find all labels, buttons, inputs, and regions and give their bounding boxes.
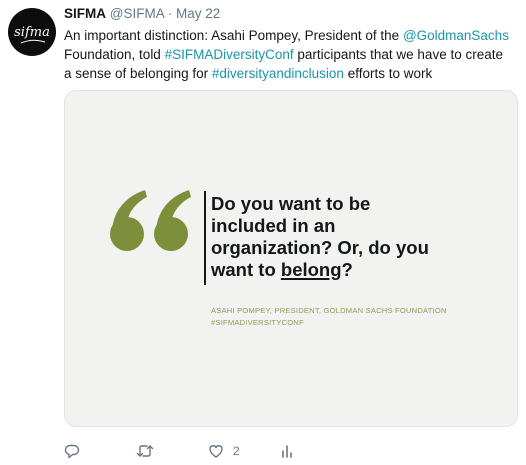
quote-attribution: ASAHI POMPEY, PRESIDENT, GOLDMAN SACHS F… bbox=[211, 305, 491, 329]
user-handle[interactable]: @SIFMA bbox=[110, 6, 164, 21]
quote-emphasis: belong bbox=[280, 259, 342, 280]
tweet-actions: 2 bbox=[64, 440, 518, 462]
separator-dot: · bbox=[167, 6, 173, 21]
hashtag-link[interactable]: #SIFMADiversityConf bbox=[165, 47, 294, 62]
attribution-speaker: ASAHI POMPEY, PRESIDENT, GOLDMAN SACHS F… bbox=[211, 306, 447, 315]
retweet-icon bbox=[136, 445, 154, 457]
display-name[interactable]: SIFMA bbox=[64, 6, 106, 21]
avatar-logo-swoosh bbox=[20, 39, 46, 44]
reply-button[interactable] bbox=[64, 440, 80, 462]
tweet[interactable]: sifma SIFMA @SIFMA · May 22 An important… bbox=[0, 0, 526, 465]
tweet-header: SIFMA @SIFMA · May 22 bbox=[64, 6, 220, 21]
heart-icon bbox=[209, 445, 223, 458]
tweet-text-part: Foundation, told bbox=[64, 47, 165, 62]
mention-link[interactable]: @GoldmanSachs bbox=[403, 28, 509, 43]
like-button[interactable]: 2 bbox=[208, 440, 240, 462]
analytics-icon bbox=[282, 445, 292, 458]
tweet-date[interactable]: May 22 bbox=[176, 6, 220, 21]
hashtag-link[interactable]: #diversityandinclusion bbox=[212, 66, 344, 81]
quote-text-part: ? bbox=[341, 259, 353, 280]
tweet-text-part: An important distinction: Asahi Pompey, … bbox=[64, 28, 403, 43]
quote-divider bbox=[204, 191, 206, 285]
tweet-text-part: efforts to work bbox=[343, 66, 433, 81]
attribution-hashtag: #SIFMADIVERSITYCONF bbox=[211, 318, 304, 327]
tweet-text: An important distinction: Asahi Pompey, … bbox=[64, 26, 514, 83]
like-count: 2 bbox=[233, 444, 240, 458]
analytics-button[interactable] bbox=[280, 440, 294, 462]
quote-text: Do you want to be included in an organiz… bbox=[211, 193, 441, 281]
reply-icon bbox=[64, 444, 80, 459]
media-card[interactable]: Do you want to be included in an organiz… bbox=[64, 90, 518, 427]
quotation-mark-icon bbox=[110, 190, 191, 251]
avatar[interactable]: sifma bbox=[8, 8, 56, 56]
retweet-button[interactable] bbox=[136, 440, 154, 462]
